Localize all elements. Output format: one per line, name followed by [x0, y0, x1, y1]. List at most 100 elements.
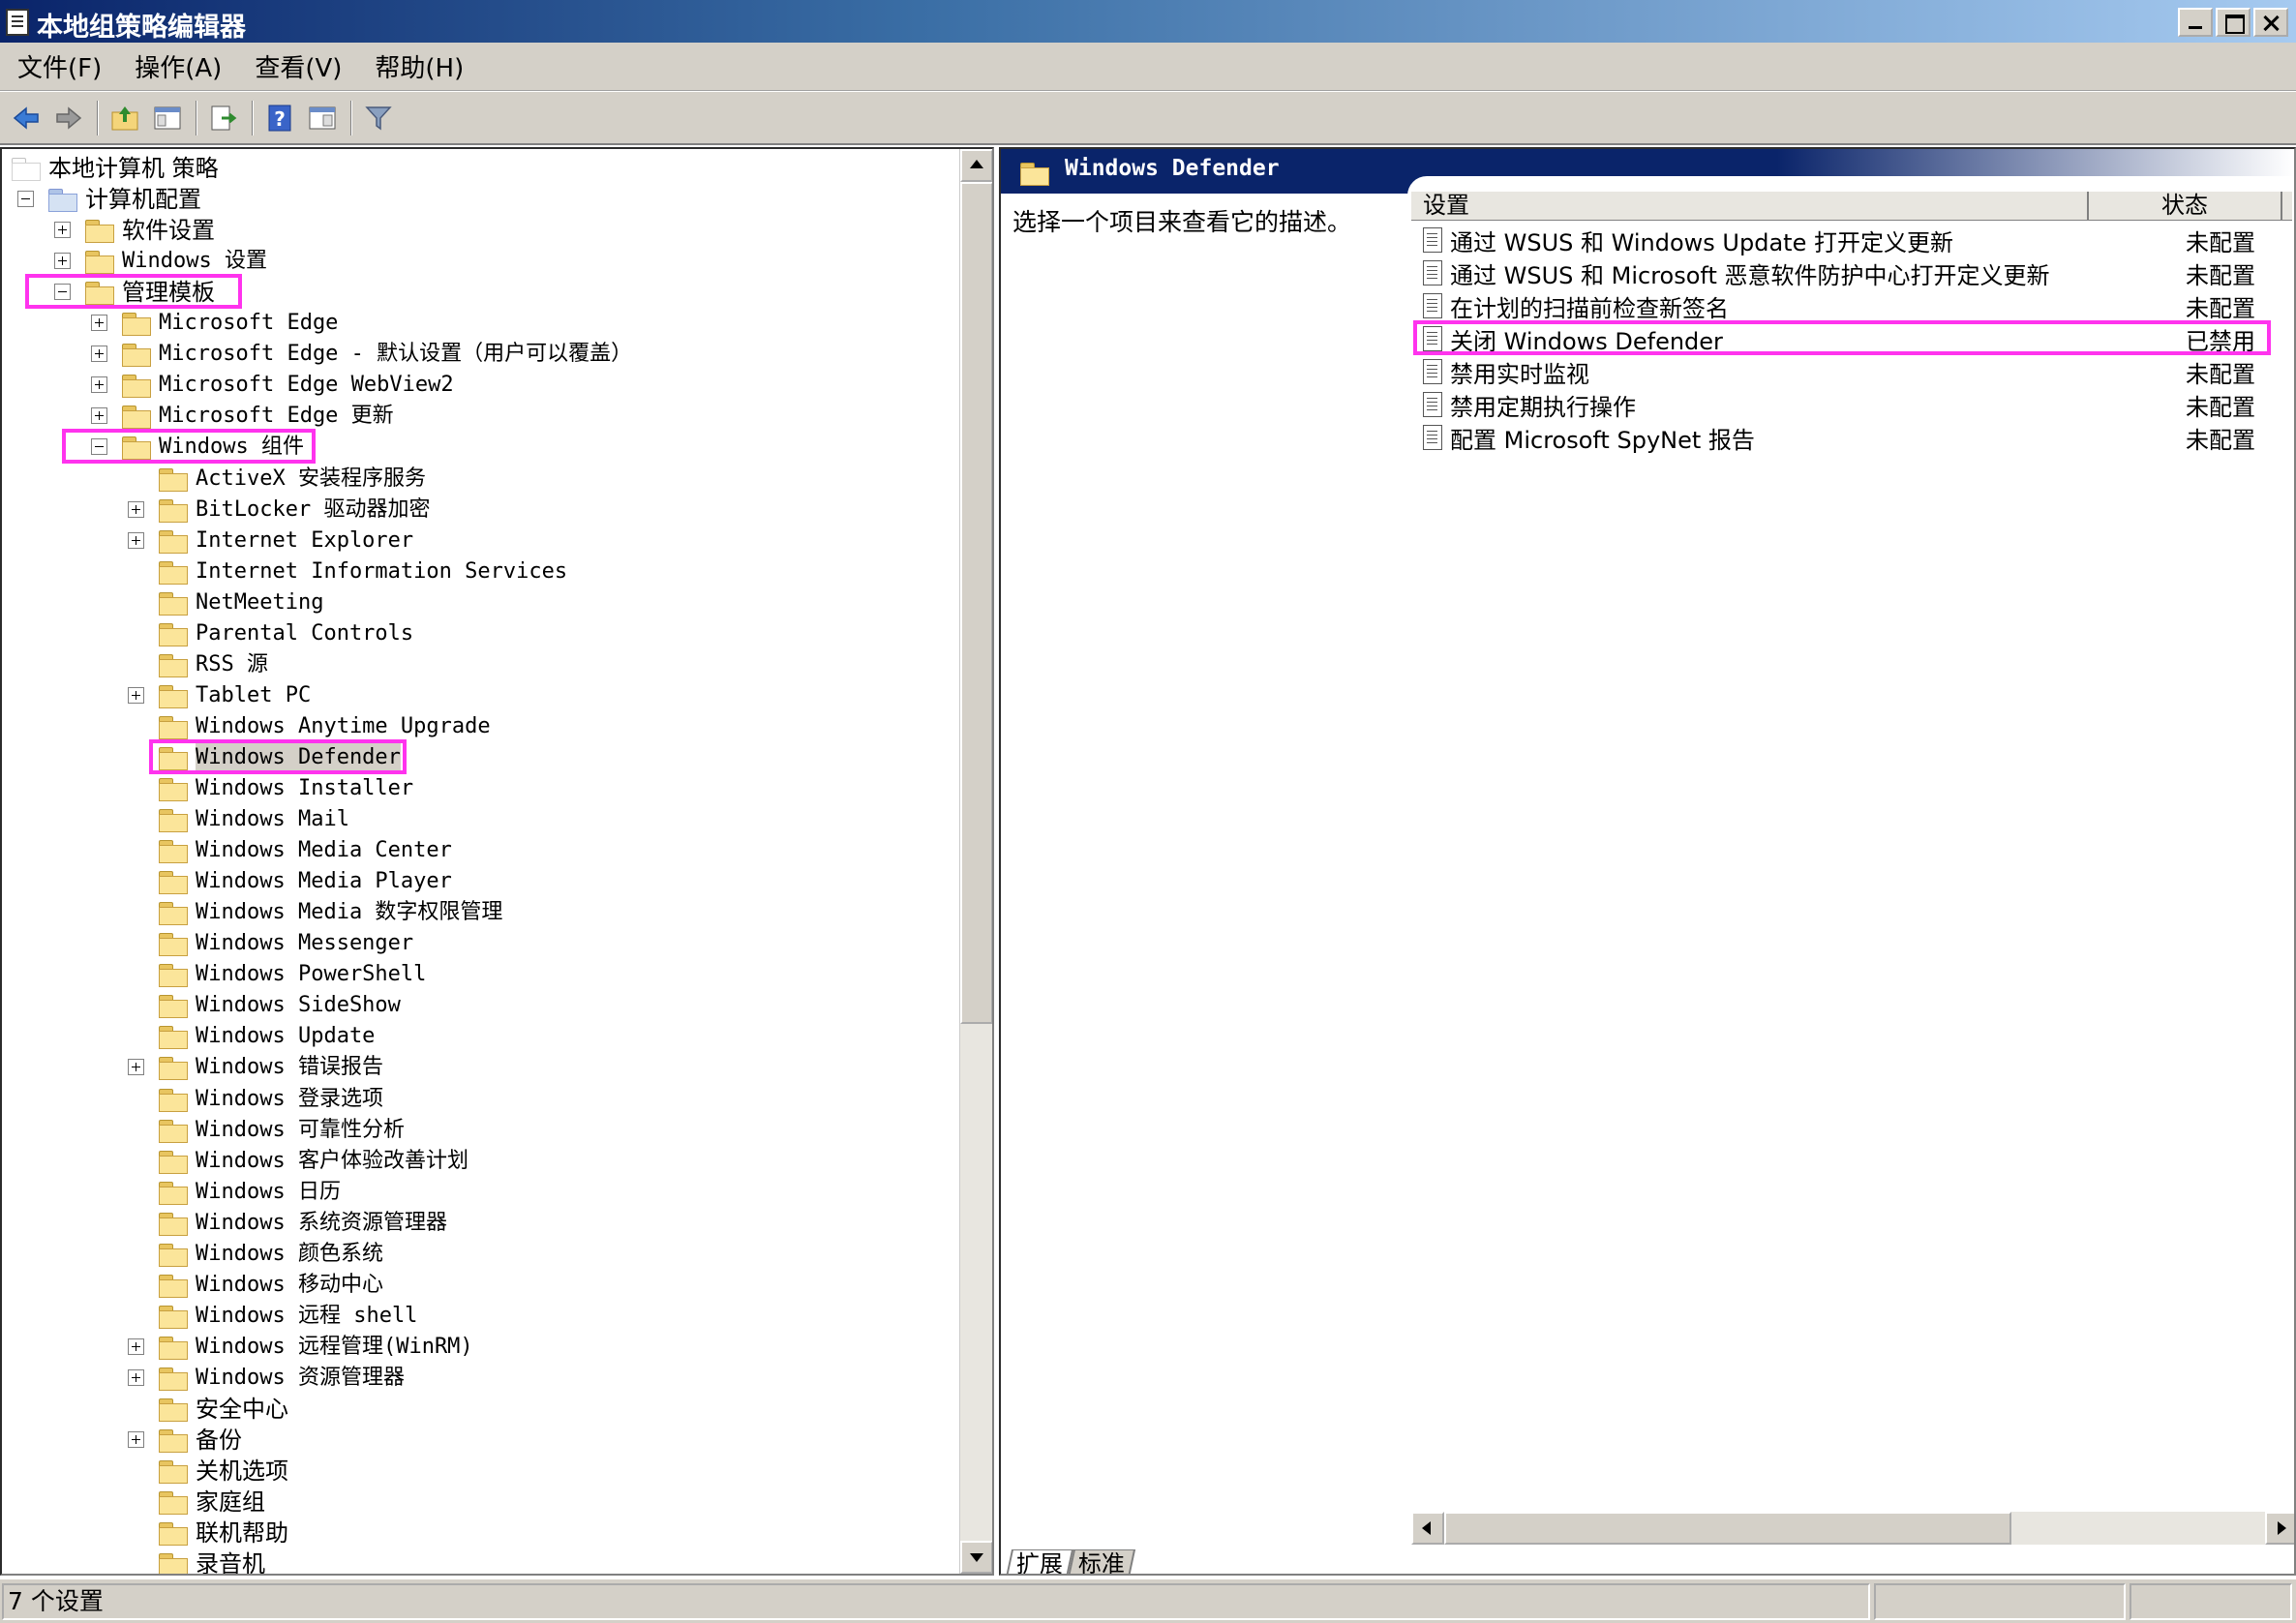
expand-plus-icon[interactable]	[128, 1337, 144, 1355]
settings-row[interactable]: 关闭 Windows Defender 已禁用	[1411, 320, 2292, 355]
settings-row[interactable]: 通过 WSUS 和 Windows Update 打开定义更新 未配置	[1411, 225, 2292, 256]
tree-item[interactable]: 备份	[2, 1425, 951, 1456]
column-header-state[interactable]: 状态	[2089, 192, 2282, 220]
expand-plus-icon[interactable]	[54, 222, 71, 239]
menu-help[interactable]: 帮助(H)	[375, 48, 464, 84]
collapse-minus-icon[interactable]	[54, 284, 71, 301]
tree-item[interactable]: 家庭组	[2, 1487, 951, 1518]
tree-item[interactable]: Windows SideShow	[2, 990, 951, 1021]
tree-item[interactable]: Windows 日历	[2, 1177, 951, 1208]
expand-plus-icon[interactable]	[128, 1059, 144, 1076]
list-horizontal-scrollbar[interactable]	[1411, 1512, 2294, 1545]
tree-item[interactable]: Windows Media Player	[2, 866, 951, 897]
tree-item[interactable]: Microsoft Edge WebView2	[2, 370, 951, 401]
maximize-button[interactable]	[2216, 8, 2251, 37]
setting-name: 通过 WSUS 和 Microsoft 恶意软件防护中心打开定义更新	[1450, 261, 2050, 289]
tree-item[interactable]: Windows Media Center	[2, 835, 951, 866]
menu-file[interactable]: 文件(F)	[17, 48, 102, 84]
scroll-left-arrow[interactable]	[1411, 1512, 1444, 1545]
tree-item[interactable]: 管理模板	[2, 277, 951, 308]
scroll-thumb[interactable]	[960, 182, 992, 1024]
tree-item[interactable]: Tablet PC	[2, 680, 951, 711]
tree-item[interactable]: 计算机配置	[2, 184, 951, 215]
settings-row[interactable]: 通过 WSUS 和 Microsoft 恶意软件防护中心打开定义更新 未配置	[1411, 257, 2292, 289]
tree-item[interactable]: ActiveX 安装程序服务	[2, 464, 951, 495]
expand-plus-icon[interactable]	[91, 407, 107, 425]
tree-item-label: Microsoft Edge	[159, 311, 339, 336]
expand-plus-icon[interactable]	[91, 376, 107, 394]
menu-action[interactable]: 操作(A)	[135, 48, 222, 84]
tree-item[interactable]: Internet Information Services	[2, 556, 951, 587]
tree-item[interactable]: Windows Messenger	[2, 928, 951, 959]
expand-plus-icon[interactable]	[54, 253, 71, 270]
expand-plus-icon[interactable]	[91, 315, 107, 332]
tree-item[interactable]: Windows 登录选项	[2, 1084, 951, 1115]
tree-item-label: Tablet PC	[196, 682, 312, 707]
tree-item[interactable]: RSS 源	[2, 649, 951, 680]
menu-view[interactable]: 查看(V)	[255, 48, 342, 84]
expand-plus-icon[interactable]	[128, 1431, 144, 1449]
tree-item[interactable]: BitLocker 驱动器加密	[2, 495, 951, 526]
column-header-setting[interactable]: 设置	[1411, 192, 2089, 220]
expand-plus-icon[interactable]	[128, 500, 144, 518]
expand-plus-icon[interactable]	[128, 686, 144, 704]
tree-item[interactable]: Microsoft Edge 更新	[2, 401, 951, 432]
tree-item[interactable]: Windows 错误报告	[2, 1052, 951, 1083]
scroll-thumb[interactable]	[1444, 1512, 2011, 1545]
tree-item[interactable]: Parental Controls	[2, 618, 951, 649]
tab-extended[interactable]: 扩展	[1005, 1549, 1074, 1574]
collapse-minus-icon[interactable]	[91, 438, 107, 456]
tree-item[interactable]: 软件设置	[2, 215, 951, 246]
scroll-down-arrow[interactable]	[960, 1541, 992, 1574]
tree-item[interactable]: Microsoft Edge	[2, 308, 951, 339]
tree-item[interactable]: Windows Mail	[2, 804, 951, 835]
tree-item[interactable]: Windows 远程管理(WinRM)	[2, 1332, 951, 1363]
expand-plus-icon[interactable]	[128, 531, 144, 549]
export-list-icon[interactable]	[205, 100, 242, 136]
tree-item[interactable]: Windows 资源管理器	[2, 1363, 951, 1394]
tree-item[interactable]: Windows 系统资源管理器	[2, 1208, 951, 1239]
tree-item[interactable]: Windows 颜色系统	[2, 1239, 951, 1270]
help-icon[interactable]: ?	[261, 100, 298, 136]
collapse-minus-icon[interactable]	[17, 191, 34, 208]
show-hide-tree-icon[interactable]	[149, 100, 186, 136]
filter-icon[interactable]	[360, 100, 397, 136]
expand-plus-icon[interactable]	[91, 346, 107, 363]
up-folder-icon[interactable]	[106, 100, 143, 136]
tree-item[interactable]: 安全中心	[2, 1394, 951, 1425]
tree-item[interactable]: Windows 远程 shell	[2, 1301, 951, 1332]
scroll-right-arrow[interactable]	[2265, 1512, 2294, 1545]
tree-item[interactable]: Windows 设置	[2, 246, 951, 277]
tree-item[interactable]: 录音机	[2, 1548, 951, 1574]
expand-plus-icon[interactable]	[128, 1368, 144, 1386]
settings-row[interactable]: 禁用实时监视 未配置	[1411, 356, 2292, 388]
tree-item[interactable]: Windows Update	[2, 1021, 951, 1052]
minimize-button[interactable]	[2178, 8, 2213, 37]
forward-arrow-icon[interactable]	[50, 100, 87, 136]
tree-item[interactable]: Windows Installer	[2, 773, 951, 804]
tree-item[interactable]: Windows 可靠性分析	[2, 1115, 951, 1146]
tree-item[interactable]: 关机选项	[2, 1456, 951, 1487]
tree-vertical-scrollbar[interactable]	[959, 149, 992, 1574]
tree-item[interactable]: Windows Anytime Upgrade	[2, 711, 951, 742]
tree-item[interactable]: 联机帮助	[2, 1518, 951, 1548]
tree-item[interactable]: Internet Explorer	[2, 526, 951, 556]
close-button[interactable]	[2253, 8, 2288, 37]
properties-icon[interactable]	[304, 100, 341, 136]
tree-item[interactable]: Windows Defender	[2, 742, 951, 773]
settings-row[interactable]: 禁用定期执行操作 未配置	[1411, 389, 2292, 421]
tree-item[interactable]: NetMeeting	[2, 587, 951, 618]
tab-standard[interactable]: 标准	[1067, 1549, 1136, 1574]
tree-item[interactable]: Microsoft Edge - 默认设置（用户可以覆盖）	[2, 339, 951, 370]
tree-item-label: RSS 源	[196, 651, 268, 676]
tree-item[interactable]: Windows 组件	[2, 432, 951, 463]
tree-item[interactable]: Windows 移动中心	[2, 1270, 951, 1301]
tree-item[interactable]: 本地计算机 策略	[2, 153, 951, 184]
tree-item[interactable]: Windows PowerShell	[2, 959, 951, 990]
tree-item[interactable]: Windows 客户体验改善计划	[2, 1146, 951, 1177]
settings-row[interactable]: 在计划的扫描前检查新签名 未配置	[1411, 290, 2292, 322]
back-arrow-icon[interactable]	[8, 100, 45, 136]
tree-item[interactable]: Windows Media 数字权限管理	[2, 897, 951, 928]
settings-row[interactable]: 配置 Microsoft SpyNet 报告 未配置	[1411, 422, 2292, 454]
scroll-up-arrow[interactable]	[960, 149, 992, 182]
